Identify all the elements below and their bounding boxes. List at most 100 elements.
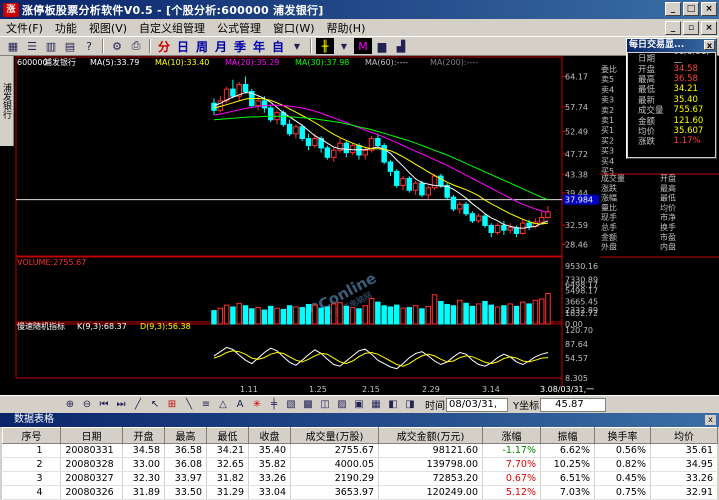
period-month[interactable]: 月 — [212, 38, 230, 54]
first-page-icon[interactable]: ⏮ — [96, 398, 112, 412]
volume-bar — [394, 304, 400, 325]
settings-icon[interactable]: ⚙ — [108, 38, 126, 54]
column-header[interactable]: 日期 — [60, 427, 123, 444]
menu-custom-group[interactable]: 自定义组管理 — [133, 20, 211, 36]
help-icon[interactable]: ? — [80, 38, 98, 54]
menu-function[interactable]: 功能 — [49, 20, 83, 36]
time-field[interactable]: 08/03/31,一 — [446, 397, 508, 422]
minimize-icon[interactable]: _ — [665, 2, 681, 16]
kd-k-value: K(9,3):68.37 — [77, 322, 127, 331]
grid-icon[interactable]: ▦ — [4, 38, 22, 54]
table-row[interactable]: 4 20080326 31.89 33.50 31.29 33.04 3653.97 1202… — [2, 485, 718, 500]
period-year[interactable]: 年 — [250, 38, 268, 54]
zoom-out-icon[interactable]: ⊖ — [79, 398, 95, 412]
volume-bar — [274, 307, 280, 325]
sort-icon[interactable]: ◨ — [402, 398, 418, 412]
image-icon[interactable]: ▦ — [368, 398, 384, 412]
x-axis-label: 3.08/03/31,一 — [540, 385, 594, 394]
table-cell: 20080331 — [60, 443, 123, 458]
column-header[interactable]: 均价 — [650, 427, 718, 444]
column-header[interactable]: 振幅 — [540, 427, 595, 444]
menu-window[interactable]: 窗口(W) — [267, 20, 320, 36]
menu-help[interactable]: 帮助(H) — [321, 20, 372, 36]
column-header[interactable]: 换手率 — [594, 427, 651, 444]
ma-legend-label: MA(10):33.40 — [155, 58, 209, 67]
data-table-title-bar[interactable]: 数据表格 x — [0, 413, 719, 427]
period-custom[interactable]: 自 — [269, 38, 287, 54]
price-tick-label: 52.49 — [565, 127, 588, 136]
menu-formula[interactable]: 公式管理 — [211, 20, 267, 36]
column-header[interactable]: 序号 — [2, 427, 61, 444]
zoom-in-icon[interactable]: ⊕ — [62, 398, 78, 412]
daily-trade-title[interactable]: 每日交易显... x — [627, 39, 716, 52]
chart-toolbar: ⊕ ⊖ ⏮ ⏭ ╱ ↖ ⊞ ╲ ≡ △ A ✳ ╪ ▧ ▩ ◫ ▨ ▣ ▦ ◧ … — [0, 395, 719, 422]
table-row[interactable]: 2 20080328 33.00 36.08 32.65 35.82 4000.05 1397… — [2, 457, 718, 472]
text-icon[interactable]: A — [232, 398, 248, 412]
draw-line-icon[interactable]: ╱ — [130, 398, 146, 412]
chart-type-icon[interactable]: ▧ — [283, 398, 299, 412]
column-header[interactable]: 最低 — [206, 427, 249, 444]
split-icon[interactable]: ╪ — [266, 398, 282, 412]
column-header[interactable]: 开盘 — [122, 427, 165, 444]
indicator-icon[interactable]: ▟ — [392, 38, 410, 54]
chevron-down-icon[interactable]: ▼ — [288, 38, 306, 54]
chevron-down-icon[interactable]: ▼ — [335, 38, 353, 54]
mdi-restore-icon[interactable]: ▫ — [683, 21, 699, 35]
filter-icon[interactable]: ◧ — [385, 398, 401, 412]
list-icon[interactable]: ☰ — [23, 38, 41, 54]
cursor-icon[interactable]: ↖ — [147, 398, 163, 412]
volume-bar — [520, 301, 526, 325]
candle-body — [482, 215, 488, 226]
chart-icon[interactable]: ▥ — [42, 38, 60, 54]
mdi-minimize-icon[interactable]: _ — [665, 21, 681, 35]
bar-chart-icon[interactable]: ▆ — [373, 38, 391, 54]
kline-icon[interactable]: M — [354, 38, 372, 54]
table-row[interactable]: 1 20080331 34.58 36.58 34.21 35.40 2755.67 9812… — [2, 443, 718, 458]
volume-bar — [211, 310, 217, 325]
menu-file[interactable]: 文件(F) — [0, 20, 49, 36]
y-coordinate-label: Y坐标 — [513, 401, 540, 412]
price-tick-label: 28.46 — [565, 240, 588, 249]
close-icon[interactable]: x — [705, 415, 716, 425]
column-header[interactable]: 成交量(万股) — [290, 427, 379, 444]
chart-area[interactable]: 64.17 57.74 52.49 47.72 43.38 39.44 37.984 32.5… — [0, 56, 600, 395]
volume-bar — [230, 306, 236, 325]
y-coordinate-field[interactable]: 45.87 — [540, 397, 607, 412]
column-header[interactable]: 收盘 — [248, 427, 291, 444]
pin-icon[interactable]: ✳ — [249, 398, 265, 412]
candle-body — [324, 147, 331, 158]
period-quarter[interactable]: 季 — [231, 38, 249, 54]
data-table-panel: 数据表格 x 序号 日期 开盘 最高 最低 收盘 成交量(万股) 成交金额(万元) 涨幅 振幅 换手… — [0, 413, 719, 500]
triangle-icon[interactable]: △ — [215, 398, 231, 412]
period-week[interactable]: 周 — [193, 38, 211, 54]
volume-bar — [507, 303, 513, 325]
maximize-icon[interactable]: □ — [683, 2, 699, 16]
column-header[interactable]: 涨幅 — [482, 427, 541, 444]
draw-mode-icon[interactable]: ⊞ — [164, 398, 180, 412]
kline-chart-svg[interactable]: 64.1757.7452.4947.7243.3839.4437.98432.5… — [0, 56, 600, 395]
column-header[interactable]: 最高 — [164, 427, 207, 444]
calc-icon[interactable]: ▨ — [334, 398, 350, 412]
ray-icon[interactable]: ╲ — [181, 398, 197, 412]
channel-icon[interactable]: ≡ — [198, 398, 214, 412]
close-icon[interactable]: x — [704, 40, 715, 50]
period-icon[interactable]: ◫ — [317, 398, 333, 412]
fill-icon[interactable]: ▩ — [300, 398, 316, 412]
side-tab-stock[interactable]: 浦发银行 — [0, 56, 14, 146]
last-page-icon[interactable]: ⏭ — [113, 398, 129, 412]
ma5-line — [213, 91, 549, 229]
export-icon[interactable]: ▣ — [351, 398, 367, 412]
quote-grid-label: 涨幅 — [601, 193, 617, 203]
print-icon[interactable]: ⎙ — [127, 38, 145, 54]
period-minute[interactable]: 分 — [155, 38, 173, 54]
menu-view[interactable]: 视图(V) — [83, 20, 133, 36]
table-icon[interactable]: ▤ — [61, 38, 79, 54]
daily-trade-window[interactable]: 每日交易显... x 日期 08/3/31,一 开盘 34.58 最高 36.58 最低 34… — [626, 38, 717, 159]
column-header[interactable]: 成交金额(万元) — [378, 427, 483, 444]
candle-chart-icon[interactable]: ╫ — [316, 38, 334, 54]
period-day[interactable]: 日 — [174, 38, 192, 54]
table-row[interactable]: 3 20080327 32.30 33.97 31.82 33.26 2190.29 7285… — [2, 471, 718, 486]
close-icon[interactable]: × — [701, 2, 717, 16]
table-cell: 33.26 — [248, 471, 291, 486]
mdi-close-icon[interactable]: × — [701, 21, 717, 35]
